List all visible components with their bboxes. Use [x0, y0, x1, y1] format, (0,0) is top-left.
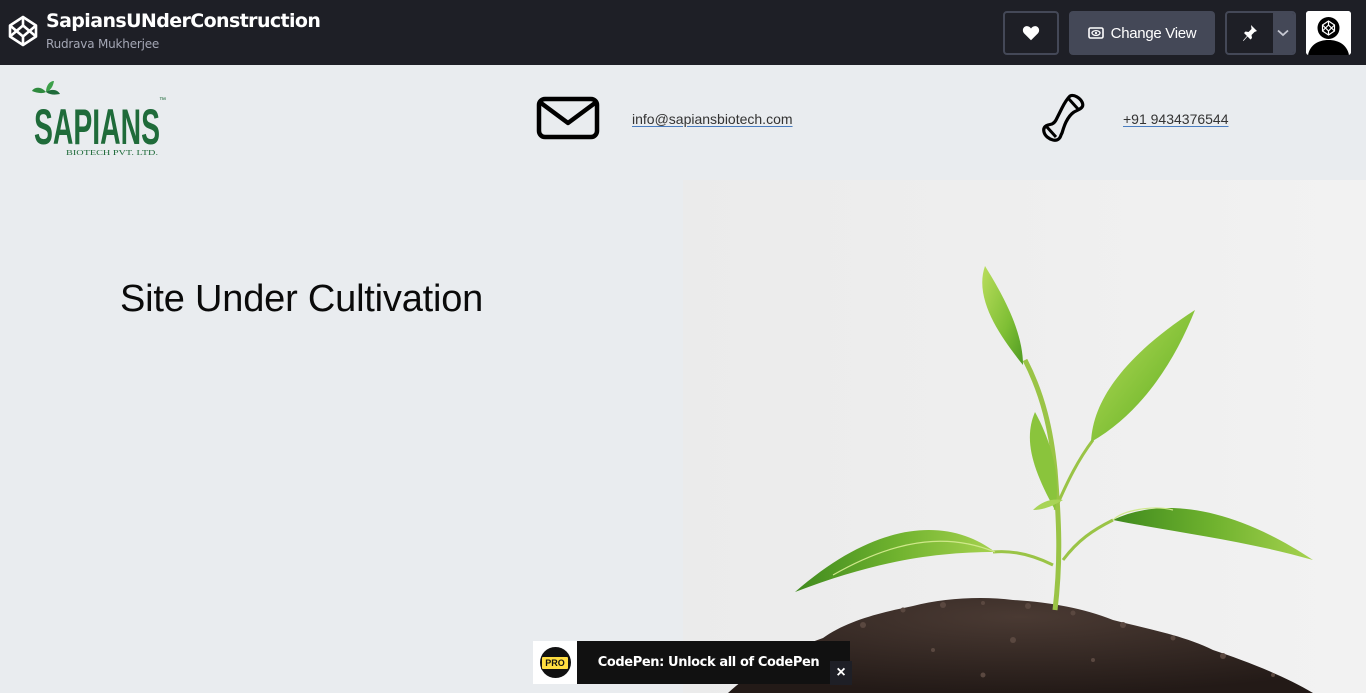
email-link[interactable]: info@sapiansbiotech.com — [632, 111, 793, 127]
promo-text[interactable]: CodePen: Unlock all of CodePen — [577, 655, 850, 670]
chevron-down-icon — [1277, 29, 1289, 37]
logo-text: SAPIANS — [34, 99, 160, 155]
logo-trademark: ™ — [159, 97, 166, 104]
change-view-button[interactable]: Change View — [1069, 11, 1215, 55]
logo-subtext: BIOTECH PVT. LTD. — [66, 149, 158, 157]
heart-icon — [1022, 26, 1040, 41]
sapians-logo-graphic: SAPIANS ™ BIOTECH PVT. LTD. — [32, 81, 166, 157]
user-avatar[interactable] — [1306, 11, 1351, 55]
seedling-image — [683, 180, 1366, 693]
pro-badge-box: PRO — [533, 641, 577, 684]
pin-button-group[interactable] — [1225, 11, 1296, 55]
mail-icon — [536, 96, 600, 140]
pro-badge-label: PRO — [541, 655, 569, 670]
codepen-topbar: SapiansUNderConstruction Rudrava Mukherj… — [0, 0, 1366, 65]
pro-badge: PRO — [539, 647, 571, 678]
pin-icon — [1242, 25, 1257, 41]
codepen-logo-icon[interactable] — [8, 15, 38, 47]
love-button[interactable] — [1003, 11, 1059, 55]
phone-icon — [1042, 93, 1085, 142]
phone-link[interactable]: +91 9434376544 — [1123, 111, 1229, 127]
change-view-label: Change View — [1110, 24, 1197, 42]
pin-dropdown-toggle[interactable] — [1272, 13, 1294, 53]
hero-title: Site Under Cultivation — [120, 278, 484, 320]
pen-author[interactable]: Rudrava Mukherjee — [46, 37, 159, 51]
codepen-pro-promo[interactable]: PRO CodePen: Unlock all of CodePen — [533, 641, 850, 684]
sapians-logo[interactable]: SAPIANS ™ BIOTECH PVT. LTD. — [30, 79, 170, 161]
pen-title[interactable]: SapiansUNderConstruction — [46, 10, 321, 32]
avatar-icon — [1306, 11, 1351, 55]
promo-close-button[interactable]: × — [830, 661, 852, 685]
eye-icon — [1087, 27, 1104, 39]
pin-button[interactable] — [1227, 13, 1273, 53]
